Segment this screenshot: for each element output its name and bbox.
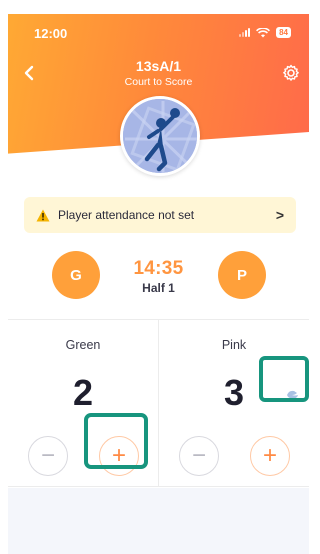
- battery-icon: 84: [276, 27, 291, 38]
- signal-icon: [239, 28, 251, 37]
- header-title-group: 13sA/1 Court to Score: [8, 58, 309, 88]
- team-pink-badge: P: [218, 251, 266, 299]
- pink-increment-button[interactable]: +: [250, 436, 290, 476]
- page-subtitle: Court to Score: [124, 76, 193, 88]
- pink-centre-pass-button[interactable]: [277, 379, 309, 409]
- team-pink-name: Pink: [221, 338, 247, 352]
- status-icons: 84: [239, 27, 291, 38]
- team-green-panel: Green 2 − +: [8, 320, 158, 486]
- gear-icon[interactable]: [281, 63, 301, 83]
- page-title: 13sA/1: [135, 58, 182, 74]
- attendance-banner[interactable]: Player attendance not set >: [24, 197, 296, 233]
- status-time: 12:00: [34, 26, 68, 41]
- team-avatar: [120, 96, 200, 176]
- team-green-score: 2: [72, 372, 94, 413]
- app-screen: 12:00 84 13sA/1 Court to Score Player at…: [8, 14, 309, 554]
- green-increment-button[interactable]: +: [99, 436, 139, 476]
- netball-icon: [287, 390, 298, 399]
- green-decrement-button[interactable]: −: [28, 436, 68, 476]
- team-green-name: Green: [65, 338, 101, 352]
- scoreboard: Green 2 − + Pink 3 − +: [8, 319, 309, 487]
- wifi-icon: [256, 27, 271, 37]
- pink-decrement-button[interactable]: −: [179, 436, 219, 476]
- footer-area: [8, 488, 309, 554]
- warning-icon: [36, 209, 50, 221]
- chevron-right-icon: >: [275, 207, 284, 223]
- attendance-banner-text: Player attendance not set: [58, 208, 195, 222]
